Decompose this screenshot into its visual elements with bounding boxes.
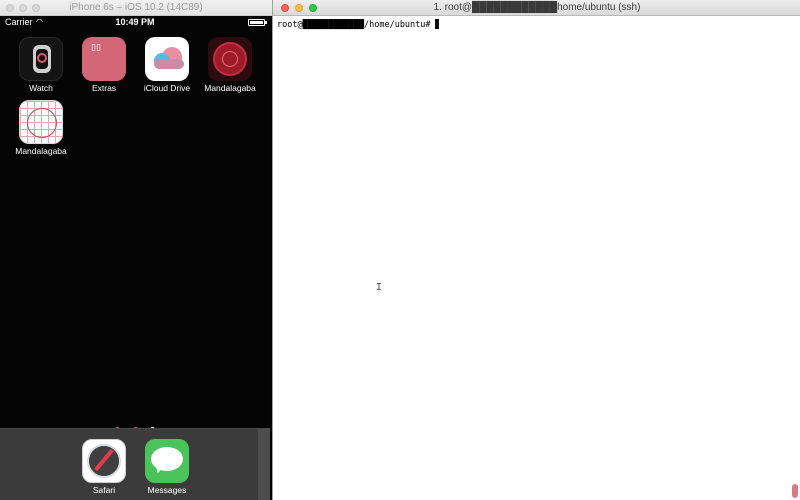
shell-prompt: root@████████████/home/ubuntu# xyxy=(277,20,431,30)
prompt-line[interactable]: root@████████████/home/ubuntu# xyxy=(277,19,439,30)
app-messages[interactable]: Messages xyxy=(137,439,197,495)
terminal-title: 1. root@████████████home/ubuntu (ssh) xyxy=(433,2,641,13)
app-label: iCloud Drive xyxy=(143,83,191,93)
app-label: Mandalagaba xyxy=(204,83,256,93)
simulator-titlebar[interactable]: iPhone 6s – iOS 10.2 (14C89) xyxy=(0,0,272,16)
app-mandalagaba-white[interactable]: Mandalagaba xyxy=(11,100,71,156)
dock-edge xyxy=(258,429,270,500)
text-cursor xyxy=(434,19,439,29)
safari-icon[interactable] xyxy=(82,439,126,483)
terminal-body[interactable]: root@████████████/home/ubuntu# I xyxy=(273,16,800,500)
dock: Safari Messages xyxy=(0,428,270,500)
app-label: Watch xyxy=(29,83,53,93)
mandala-grid-icon[interactable] xyxy=(19,100,63,144)
app-safari[interactable]: Safari xyxy=(74,439,134,495)
app-label: Extras xyxy=(91,83,117,93)
terminal-window: 1. root@████████████home/ubuntu (ssh) ro… xyxy=(272,0,800,500)
simulator-title: iPhone 6s – iOS 10.2 (14C89) xyxy=(69,2,203,13)
app-label: Messages xyxy=(147,485,187,495)
app-watch[interactable]: Watch xyxy=(11,37,71,93)
messages-icon[interactable] xyxy=(145,439,189,483)
mandala-red-icon[interactable] xyxy=(208,37,252,81)
simulator-window: iPhone 6s – iOS 10.2 (14C89) Carrier ◠ 1… xyxy=(0,0,272,500)
extras-folder-icon[interactable]: ▯▯ xyxy=(82,37,126,81)
app-label: Safari xyxy=(92,485,116,495)
icloud-drive-icon[interactable] xyxy=(145,37,189,81)
terminal-titlebar[interactable]: 1. root@████████████home/ubuntu (ssh) xyxy=(273,0,800,16)
app-icloud-drive[interactable]: iCloud Drive xyxy=(137,37,197,93)
watch-app-icon[interactable] xyxy=(19,37,63,81)
status-bar: Carrier ◠ 10:49 PM xyxy=(0,16,270,30)
ios-home-screen[interactable]: Carrier ◠ 10:49 PM Watch ▯▯ Extras iClou… xyxy=(0,16,270,500)
app-label: Mandalagaba xyxy=(15,146,67,156)
battery-icon xyxy=(248,19,267,26)
page-indicator[interactable] xyxy=(0,419,270,432)
app-extras[interactable]: ▯▯ Extras xyxy=(74,37,134,93)
app-mandalagaba-red[interactable]: Mandalagaba xyxy=(200,37,260,93)
status-time: 10:49 PM xyxy=(115,17,155,27)
ibeam-cursor-icon: I xyxy=(376,282,383,293)
scrollbar[interactable] xyxy=(792,484,798,498)
